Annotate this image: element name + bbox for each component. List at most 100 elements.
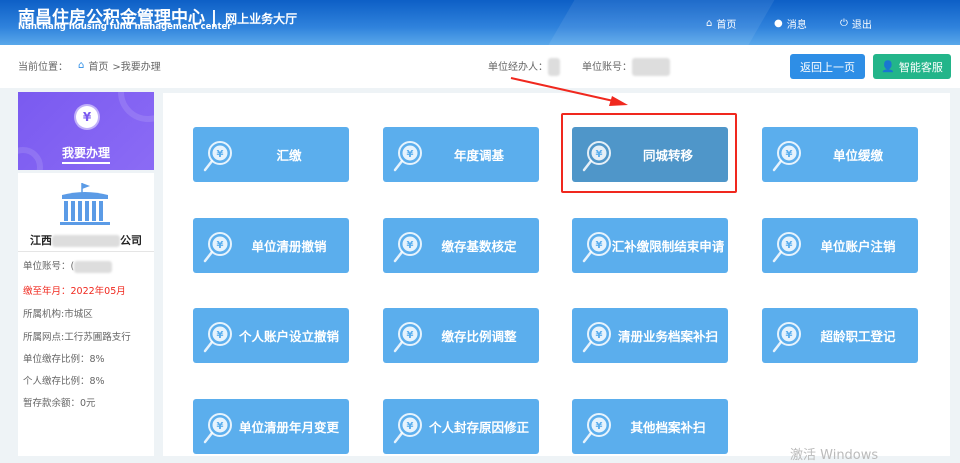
company-name: 江西 公司 — [18, 232, 154, 248]
unit-account: 单位账号： — [582, 58, 670, 76]
decor-ring — [118, 92, 154, 122]
svg-text:¥: ¥ — [407, 240, 414, 251]
company-prefix: 江西 — [30, 234, 52, 247]
tile-label: 缴存比例调整 — [441, 329, 517, 344]
tile-label: 超龄职工登记 — [820, 329, 896, 344]
redacted-account — [74, 260, 113, 273]
svg-text:¥: ¥ — [596, 330, 603, 341]
tile-button[interactable]: ¥ 单位清册年月变更 — [193, 399, 349, 454]
breadcrumb-prefix: 当前位置： — [18, 62, 68, 73]
detail-balance: 暂存款余额：0元 — [23, 398, 96, 409]
user-icon: 👤 — [881, 60, 895, 73]
tile-button[interactable]: ¥ 超龄职工登记 — [762, 308, 918, 363]
unit-operator: 单位经办人： — [488, 58, 560, 76]
tile-label: 年度调基 — [453, 148, 504, 163]
tile-button[interactable]: ¥ 年度调基 — [383, 127, 539, 182]
svg-text:¥: ¥ — [407, 421, 414, 432]
detail-text: 单位账号：( — [23, 261, 75, 272]
search-yen-icon: ¥ — [772, 322, 801, 353]
breadcrumb-home-link[interactable]: 首页 — [88, 58, 108, 73]
header: 南昌住房公积金管理中心 | 网上业务大厅 Nanchang housing fu… — [0, 0, 960, 45]
search-yen-icon: ¥ — [393, 413, 422, 444]
windows-watermark: 激活 Windows — [790, 448, 879, 463]
message-icon: ● — [774, 18, 783, 29]
nav-messages[interactable]: ● 消息 — [774, 16, 807, 31]
search-yen-icon: ¥ — [582, 232, 611, 263]
tile-label: 单位清册撤销 — [251, 239, 327, 254]
site-english-name: Nanchang housing fund management center — [18, 22, 232, 32]
nav-label: 消息 — [786, 20, 807, 31]
search-yen-icon: ¥ — [203, 413, 232, 444]
operator-label: 单位经办人： — [488, 62, 548, 73]
sidebar-menu-my-business[interactable]: ¥ 我要办理 — [18, 92, 154, 170]
tile-button[interactable]: ¥ 缴存基数核定 — [383, 218, 539, 273]
account-label: 单位账号： — [582, 62, 632, 73]
tile-label: 清册业务档案补扫 — [617, 329, 718, 344]
detail-branch: 所属网点:工行苏圃路支行 — [23, 332, 131, 343]
redacted-account — [632, 58, 670, 76]
search-yen-icon: ¥ — [582, 413, 611, 444]
service-label: 智能客服 — [898, 60, 943, 74]
smart-service-button[interactable]: 👤 智能客服 — [873, 54, 951, 79]
tile-button[interactable]: ¥ 其他档案补扫 — [572, 399, 728, 454]
tile-button[interactable]: ¥ 单位账户注销 — [762, 218, 918, 273]
breadcrumb-current: >我要办理 — [112, 62, 161, 73]
search-yen-icon: ¥ — [582, 322, 611, 353]
search-yen-icon: ¥ — [772, 232, 801, 263]
svg-text:¥: ¥ — [217, 240, 224, 251]
svg-text:¥: ¥ — [217, 149, 224, 160]
back-button[interactable]: 返回上一页 — [790, 54, 865, 79]
search-yen-icon: ¥ — [393, 141, 422, 172]
tile-label: 缴存基数核定 — [441, 239, 517, 254]
tile-button[interactable]: ¥ 缴存比例调整 — [383, 308, 539, 363]
svg-text:¥: ¥ — [786, 149, 793, 160]
home-icon: ⌂ — [78, 60, 85, 71]
nav-label: 退出 — [851, 20, 872, 31]
svg-text:¥: ¥ — [786, 330, 793, 341]
highlight-box — [561, 113, 737, 193]
svg-text:¥: ¥ — [407, 149, 414, 160]
nav-home[interactable]: ⌂ 首页 — [706, 16, 736, 31]
detail-unit-rate: 单位缴存比例：8% — [23, 354, 105, 365]
power-icon: ⏻ — [840, 18, 848, 29]
tile-label: 汇补缴限制结束申请 — [611, 239, 725, 254]
tile-label: 单位账户注销 — [820, 239, 896, 254]
svg-text:¥: ¥ — [596, 240, 603, 251]
svg-text:¥: ¥ — [596, 421, 603, 432]
tile-label: 个人账户设立撤销 — [238, 329, 339, 344]
redacted-operator — [548, 58, 560, 76]
nav-label: 首页 — [716, 20, 737, 31]
tile-label: 单位清册年月变更 — [238, 420, 339, 435]
yen-icon: ¥ — [76, 106, 98, 128]
tile-label: 个人封存原因修正 — [428, 420, 529, 435]
tile-button[interactable]: ¥ 单位缓缴 — [762, 127, 918, 182]
site-subtitle: 网上业务大厅 — [225, 12, 298, 26]
detail-org: 所属机构:市城区 — [23, 309, 93, 320]
tile-label: 单位缓缴 — [832, 148, 883, 163]
nav-logout[interactable]: ⏻ 退出 — [840, 16, 872, 31]
search-yen-icon: ¥ — [393, 232, 422, 263]
tile-button[interactable]: ¥ 汇补缴限制结束申请 — [572, 218, 728, 273]
sidebar-title: 我要办理 — [61, 146, 110, 164]
company-card: 江西 公司 单位账号：( 缴至年月：2022年05月 所属机构:市城区 所属网点:… — [18, 173, 154, 456]
tile-label: 其他档案补扫 — [630, 420, 706, 435]
back-label: 返回上一页 — [800, 60, 855, 74]
tile-button[interactable]: ¥ 个人封存原因修正 — [383, 399, 539, 454]
redacted-company — [52, 235, 120, 247]
search-yen-icon: ¥ — [203, 232, 232, 263]
breadcrumb: 当前位置： ⌂ 首页 >我要办理 — [18, 58, 161, 73]
breadcrumb-bar: 当前位置： ⌂ 首页 >我要办理 单位经办人： 单位账号： 返回上一页 👤 智能客… — [0, 45, 960, 88]
tile-button[interactable]: ¥ 汇缴 — [193, 127, 349, 182]
svg-text:¥: ¥ — [786, 240, 793, 251]
home-icon: ⌂ — [706, 18, 713, 29]
tile-button[interactable]: ¥ 个人账户设立撤销 — [193, 308, 349, 363]
detail-paid-until: 缴至年月：2022年05月 — [23, 286, 126, 297]
building-icon — [60, 183, 110, 225]
svg-text:¥: ¥ — [217, 330, 224, 341]
search-yen-icon: ¥ — [772, 141, 801, 172]
svg-text:¥: ¥ — [217, 421, 224, 432]
svg-text:¥: ¥ — [407, 330, 414, 341]
tile-button[interactable]: ¥ 清册业务档案补扫 — [572, 308, 728, 363]
tile-button[interactable]: ¥ 单位清册撤销 — [193, 218, 349, 273]
search-yen-icon: ¥ — [203, 141, 232, 172]
